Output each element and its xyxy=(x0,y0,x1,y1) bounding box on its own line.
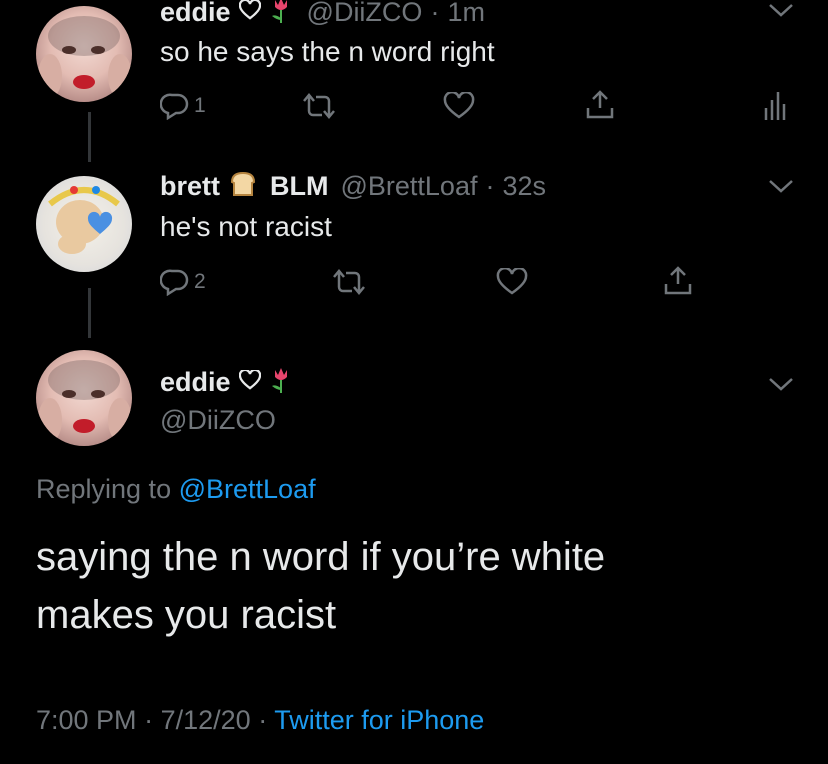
tweet-text: so he says the n word right xyxy=(160,36,495,67)
replying-prefix: Replying to xyxy=(36,474,172,504)
heart-outline-icon xyxy=(238,368,261,395)
separator: · xyxy=(144,705,154,735)
reply-count: 2 xyxy=(194,270,206,293)
tweet-time: 7:00 PM xyxy=(36,705,137,735)
tulip-emoji-icon xyxy=(269,0,293,29)
analytics-icon[interactable] xyxy=(760,90,790,122)
retweet-icon[interactable] xyxy=(300,92,338,120)
tweet-meta: 7:00 PM · 7/12/20 · Twitter for iPhone xyxy=(36,705,484,736)
main-tweet-text: saying the n word if you’re white makes … xyxy=(36,528,605,644)
chevron-down-icon[interactable] xyxy=(768,2,794,18)
tweet-source[interactable]: Twitter for iPhone xyxy=(274,705,484,735)
avatar[interactable] xyxy=(36,176,132,272)
display-name-suffix[interactable]: BLM xyxy=(270,171,328,202)
reply-button[interactable]: 2 xyxy=(160,268,206,296)
retweet-icon[interactable] xyxy=(330,268,368,296)
chevron-down-icon[interactable] xyxy=(768,376,794,392)
reply-count: 1 xyxy=(194,94,206,117)
main-text-line: makes you racist xyxy=(36,593,337,637)
timestamp[interactable]: 32s xyxy=(502,171,546,202)
timestamp[interactable]: 1m xyxy=(447,0,485,28)
separator: · xyxy=(430,0,440,27)
display-name[interactable]: eddie xyxy=(160,367,231,398)
handle[interactable]: @BrettLoaf xyxy=(340,171,477,202)
display-name[interactable]: brett xyxy=(160,171,220,202)
share-icon[interactable] xyxy=(661,264,695,298)
like-icon[interactable] xyxy=(443,92,475,120)
separator: · xyxy=(485,171,495,201)
separator: · xyxy=(258,705,268,735)
tweet-date: 7/12/20 xyxy=(160,705,251,735)
handle[interactable]: @DiiZCO xyxy=(160,405,276,436)
tulip-emoji-icon xyxy=(269,366,293,399)
bread-emoji-icon xyxy=(228,170,258,203)
reply-icon xyxy=(160,269,189,296)
thread-line xyxy=(88,288,91,338)
like-icon[interactable] xyxy=(496,268,528,296)
avatar[interactable] xyxy=(36,6,132,102)
thread-line xyxy=(88,112,91,162)
reply-icon xyxy=(160,93,189,120)
avatar[interactable] xyxy=(36,350,132,446)
display-name[interactable]: eddie xyxy=(160,0,231,28)
handle[interactable]: @DiiZCO xyxy=(307,0,423,28)
replying-to: Replying to @BrettLoaf xyxy=(36,474,316,505)
main-text-line: saying the n word if you’re white xyxy=(36,535,606,579)
replying-to-handle[interactable]: @BrettLoaf xyxy=(179,474,316,504)
reply-button[interactable]: 1 xyxy=(160,92,206,120)
share-icon[interactable] xyxy=(583,88,617,122)
tweet-text: he's not racist xyxy=(160,211,332,242)
chevron-down-icon[interactable] xyxy=(768,178,794,194)
heart-outline-icon xyxy=(238,0,261,25)
